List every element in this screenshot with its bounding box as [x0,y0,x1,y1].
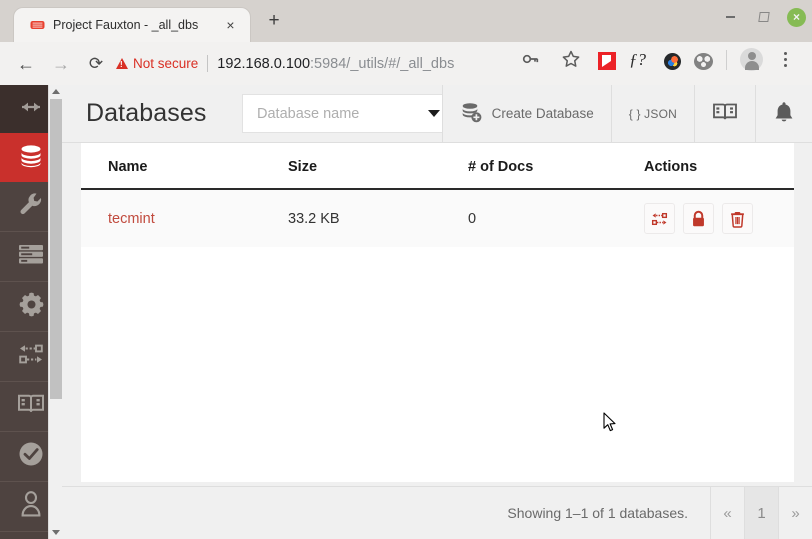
maximize-button[interactable] [753,6,775,28]
tab-strip: Project Fauxton - _all_dbs × + × [0,0,812,42]
table-header-row: Name Size # of Docs Actions [81,143,794,190]
kebab-dot [783,58,787,61]
window-controls: × [719,6,806,28]
database-plus-icon [460,101,483,126]
security-indicator[interactable]: Not secure [116,56,198,71]
delete-trash-button[interactable] [722,203,753,234]
scroll-up-arrow[interactable] [49,85,63,98]
showing-count-label: Showing 1–1 of 1 databases. [507,505,688,521]
navigation-toolbar: ← → ⟳ Not secure 192.168.0.100:5984/_uti… [0,42,812,85]
color-circle-extension-icon[interactable] [664,52,681,70]
reload-button[interactable]: ⟳ [83,51,109,77]
databases-table: Name Size # of Docs Actions tecmint 33.2… [81,143,794,247]
json-label: { } JSON [628,106,677,121]
databases-panel: Name Size # of Docs Actions tecmint 33.2… [81,143,794,482]
kebab-dot [783,64,787,67]
gear-icon [18,291,45,323]
pagination-page-1[interactable]: 1 [745,487,779,539]
password-key-icon[interactable] [520,48,542,70]
back-button[interactable]: ← [13,51,39,77]
couchdb-favicon-icon [30,18,45,32]
open-book-icon [17,392,45,421]
profile-avatar-icon[interactable] [740,48,763,71]
f-question-extension-icon[interactable]: ƒ? [629,49,651,71]
tab-close-icon[interactable]: × [222,17,239,34]
cell-database-size: 33.2 KB [288,189,468,247]
pagination: « 1 » [710,487,812,539]
column-header-name: Name [81,143,288,190]
database-link-tecmint[interactable]: tecmint [108,211,155,227]
page-title: Databases [86,99,207,127]
cell-database-actions [644,189,794,247]
address-bar[interactable]: Not secure 192.168.0.100:5984/_utils/#/_… [110,48,588,79]
scrollbar-thumb[interactable] [50,99,62,399]
sidebar-scrollbar[interactable] [48,85,63,539]
table-head: Name Size # of Docs Actions [81,143,794,190]
new-tab-button[interactable]: + [262,9,286,33]
column-header-docs: # of Docs [468,143,644,190]
documentation-button[interactable] [694,85,755,142]
warning-triangle-icon [116,58,128,69]
film-reel-extension-icon[interactable] [694,52,713,70]
dropdown-caret-icon[interactable] [428,110,440,117]
page-header: Databases Database name Create Database … [62,85,812,143]
forward-button[interactable]: → [48,51,74,77]
url-host: 192.168.0.100 [217,55,311,72]
database-icon [16,140,46,175]
extension-icons: ƒ? [598,48,794,71]
omnibox-divider [207,55,209,72]
arrows-horizontal-icon [16,99,46,120]
flipboard-extension-icon[interactable] [598,51,616,70]
row-actions [644,203,794,234]
pagination-prev[interactable]: « [711,487,745,539]
table-row[interactable]: tecmint 33.2 KB 0 [81,189,794,247]
wrench-icon [18,191,44,222]
notifications-button[interactable] [755,85,812,142]
user-person-icon [19,490,43,523]
cell-database-name: tecmint [81,189,288,247]
omnibox-icons [520,48,582,70]
database-search-box[interactable] [242,94,452,133]
browser-window: Project Fauxton - _all_dbs × + × ← → ⟳ N… [0,0,812,539]
fauxton-main: Databases Database name Create Database … [62,85,812,539]
toolbar-divider [726,49,727,70]
create-database-button[interactable]: Create Database [441,85,611,142]
fauxton-sidebar [0,85,63,539]
close-window-button[interactable]: × [787,7,806,27]
create-database-label: Create Database [491,106,594,121]
table-footer: Showing 1–1 of 1 databases. « 1 » [62,486,812,539]
permissions-lock-button[interactable] [683,203,714,234]
bookmark-star-icon[interactable] [560,48,582,70]
tab-title: Project Fauxton - _all_dbs [53,18,199,32]
replicate-button[interactable] [644,203,675,234]
kebab-menu-icon[interactable] [776,49,794,71]
page-viewport: Databases Database name Create Database … [0,85,812,539]
cell-database-docs: 0 [468,189,644,247]
check-circle-icon [17,440,45,473]
column-header-actions: Actions [644,143,794,190]
kebab-dot [783,52,787,55]
pagination-next[interactable]: » [779,487,812,539]
search-input[interactable] [255,104,424,123]
header-actions: Create Database { } JSON [441,85,812,142]
json-view-button[interactable]: { } JSON [610,85,694,142]
minimize-button[interactable] [719,6,741,28]
open-book-icon [712,101,738,126]
url-path: :5984/_utils/#/_all_dbs [310,55,455,72]
table-body: tecmint 33.2 KB 0 [81,189,794,247]
url-text: 192.168.0.100:5984/_utils/#/_all_dbs [217,56,454,72]
bell-icon [773,100,795,127]
scroll-down-arrow[interactable] [49,526,63,539]
browser-tab[interactable]: Project Fauxton - _all_dbs × [14,8,250,42]
tasks-list-icon [17,243,45,270]
column-header-size: Size [288,143,468,190]
replication-arrows-icon [16,342,46,371]
security-label: Not secure [133,56,199,71]
